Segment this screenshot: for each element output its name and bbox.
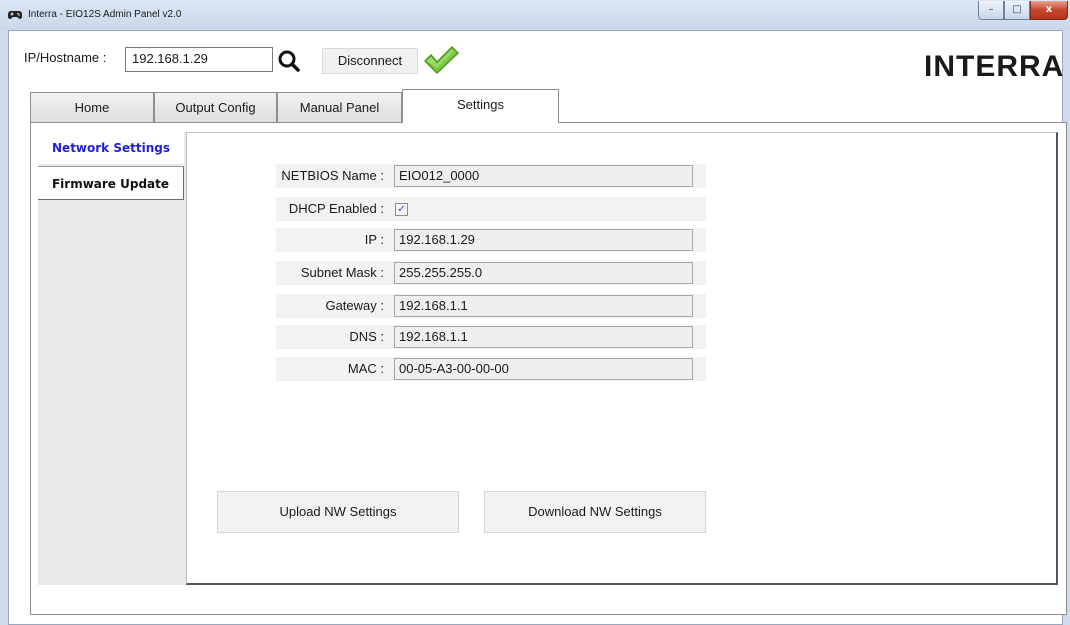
settings-sidebar: Network Settings Firmware Update [38,132,186,585]
gateway-row: Gateway : 192.168.1.1 [276,294,706,318]
window-title: Interra - EIO12S Admin Panel v2.0 [28,9,182,20]
gateway-input[interactable]: 192.168.1.1 [394,295,693,317]
ip-hostname-label: IP/Hostname : [24,50,107,65]
subnet-label: Subnet Mask : [300,265,384,280]
connected-check-icon [423,45,459,75]
minimize-button[interactable]: – [978,1,1004,20]
sidebar-item-firmware-update[interactable]: Firmware Update [38,166,184,200]
dhcp-row: DHCP Enabled : ✓ [276,197,706,221]
ip-label: IP : [364,232,384,247]
dns-label: DNS : [349,329,384,344]
search-icon[interactable] [277,48,301,74]
dns-row: DNS : 192.168.1.1 [276,325,706,349]
mac-label: MAC : [347,361,384,376]
tab-output-config[interactable]: Output Config [154,92,277,122]
download-nw-settings-button[interactable]: Download NW Settings [484,491,706,533]
ip-row: IP : 192.168.1.29 [276,228,706,252]
app-window: Interra - EIO12S Admin Panel v2.0 – □ x … [0,0,1070,625]
tab-settings[interactable]: Settings [402,89,559,123]
interra-logo: INTERRA [924,50,1065,83]
subnet-row: Subnet Mask : 255.255.255.0 [276,261,706,285]
sidebar-item-network-settings[interactable]: Network Settings [38,132,184,164]
tab-manual-panel[interactable]: Manual Panel [277,92,402,122]
mac-row: MAC : 00-05-A3-00-00-00 [276,357,706,381]
gateway-label: Gateway : [325,298,384,313]
netbios-row: NETBIOS Name : EIO012_0000 [276,164,706,188]
mac-input[interactable]: 00-05-A3-00-00-00 [394,358,693,380]
subnet-input[interactable]: 255.255.255.0 [394,262,693,284]
gamepad-icon [8,11,22,19]
netbios-input[interactable]: EIO012_0000 [394,165,693,187]
title-bar[interactable]: Interra - EIO12S Admin Panel v2.0 – □ x [0,0,1070,30]
dhcp-checkbox[interactable]: ✓ [395,203,408,216]
maximize-button[interactable]: □ [1004,1,1030,20]
netbios-label: NETBIOS Name : [281,168,384,183]
dns-input[interactable]: 192.168.1.1 [394,326,693,348]
close-button[interactable]: x [1030,1,1068,20]
dhcp-label: DHCP Enabled : [288,201,384,216]
upload-nw-settings-button[interactable]: Upload NW Settings [217,491,459,533]
disconnect-button[interactable]: Disconnect [322,48,418,74]
tab-home[interactable]: Home [30,92,154,122]
ip-hostname-input[interactable]: 192.168.1.29 [125,47,273,72]
ip-input[interactable]: 192.168.1.29 [394,229,693,251]
